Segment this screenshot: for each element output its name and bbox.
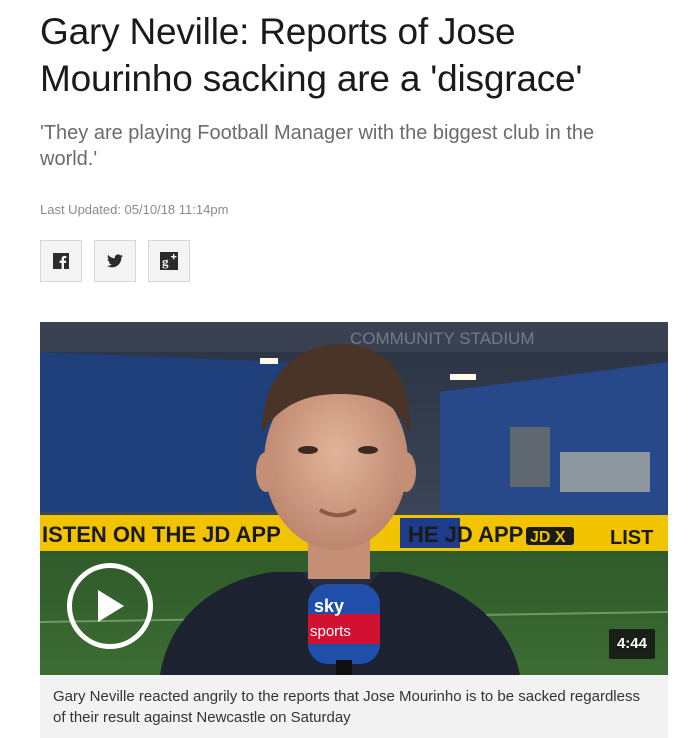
twitter-share-button[interactable]	[94, 240, 136, 282]
ad-board-mid: HE JD APP	[408, 522, 523, 547]
share-buttons: g	[40, 240, 190, 282]
facebook-share-button[interactable]	[40, 240, 82, 282]
mic-logo-top: sky	[314, 596, 344, 616]
mic-logo-bottom: sports	[310, 623, 351, 640]
twitter-icon	[107, 254, 123, 268]
play-button[interactable]	[67, 563, 153, 649]
svg-text:g: g	[162, 254, 169, 269]
google-plus-icon: g	[160, 252, 178, 270]
video-caption: Gary Neville reacted angrily to the repo…	[40, 675, 668, 738]
last-updated-timestamp: Last Updated: 05/10/18 11:14pm	[40, 202, 229, 217]
stadium-sign: COMMUNITY STADIUM	[350, 329, 534, 348]
ad-board-left: ISTEN ON THE JD APP	[42, 522, 281, 547]
article-headline: Gary Neville: Reports of Jose Mourinho s…	[40, 11, 583, 99]
ad-board-right: LIST	[610, 527, 653, 549]
video-player[interactable]: COMMUNITY STADIUM ISTEN ON THE JD APP HE…	[40, 322, 668, 675]
play-icon	[98, 590, 124, 622]
google-plus-share-button[interactable]: g	[148, 240, 190, 282]
ad-board-jd: JD X	[530, 529, 566, 546]
video-duration-badge: 4:44	[608, 629, 655, 659]
facebook-icon	[53, 253, 69, 269]
article-standfirst: 'They are playing Football Manager with …	[40, 122, 595, 170]
